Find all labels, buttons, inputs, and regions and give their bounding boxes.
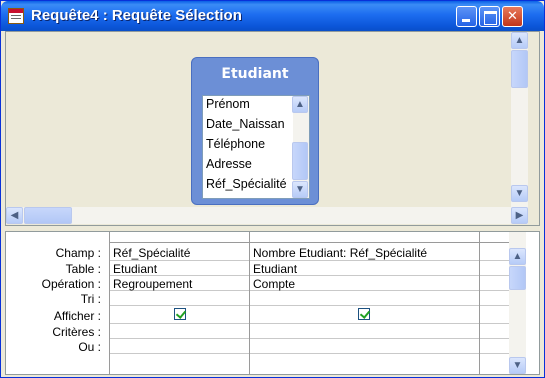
access-query-icon[interactable] (8, 8, 24, 24)
row-label-operation: Opération : (41, 277, 101, 291)
scroll-up-icon[interactable]: ▲ (509, 248, 526, 265)
scroll-left-icon[interactable]: ◀ (6, 207, 23, 224)
afficher-checkbox[interactable] (174, 308, 186, 320)
window-title: Requête4 : Requête Sélection (31, 7, 242, 24)
row-label-tri: Tri : (80, 292, 101, 306)
scroll-thumb[interactable] (24, 207, 72, 224)
field-list-title[interactable]: Etudiant (192, 66, 318, 82)
scroll-down-icon[interactable]: ▼ (509, 357, 526, 374)
champ-cell[interactable]: Nombre Etudiant: Réf_Spécialité (251, 246, 478, 260)
field-item[interactable]: Téléphone (206, 137, 292, 151)
afficher-checkbox[interactable] (358, 308, 370, 320)
field-list-etudiant[interactable]: Etudiant Prénom Date_Naissan Téléphone A… (191, 57, 319, 205)
close-icon: ✕ (507, 8, 518, 23)
scroll-thumb[interactable] (292, 142, 308, 180)
title-bar[interactable]: Requête4 : Requête Sélection ✕ (1, 1, 544, 31)
row-label-champ: Champ : (55, 246, 101, 260)
grid-header-line (109, 242, 509, 243)
scroll-down-icon[interactable]: ▼ (511, 185, 528, 202)
field-item[interactable]: Réf_Spécialité (206, 177, 292, 191)
grid-row-line (109, 338, 509, 339)
scroll-thumb[interactable] (511, 50, 528, 88)
field-item[interactable]: Adresse (206, 157, 292, 171)
field-list-scrollbar[interactable]: ▲ ▼ (292, 96, 309, 198)
scroll-up-icon[interactable]: ▲ (292, 96, 308, 113)
row-label-afficher: Afficher : (53, 309, 101, 323)
table-cell[interactable]: Etudiant (111, 262, 248, 276)
operation-cell[interactable]: Regroupement (111, 277, 248, 291)
table-pane-hscrollbar[interactable]: ◀ ▶ (6, 207, 528, 224)
scroll-down-icon[interactable]: ▼ (292, 181, 308, 198)
minimize-button[interactable] (456, 6, 477, 27)
operation-cell[interactable]: Compte (251, 277, 478, 291)
row-label-ou: Ou : (78, 340, 101, 354)
close-button[interactable]: ✕ (502, 6, 523, 27)
scroll-up-icon[interactable]: ▲ (511, 32, 528, 49)
table-cell[interactable]: Etudiant (251, 262, 478, 276)
query-window: Requête4 : Requête Sélection ✕ Etudiant … (0, 0, 545, 378)
grid-column-separator[interactable] (479, 232, 480, 374)
design-grid[interactable]: Champ : Table : Opération : Tri : Affich… (5, 231, 540, 375)
field-item[interactable]: Date_Naissan (206, 117, 292, 131)
maximize-button[interactable] (479, 6, 500, 27)
scroll-thumb[interactable] (509, 266, 526, 290)
field-list-body[interactable]: Prénom Date_Naissan Téléphone Adresse Ré… (202, 95, 310, 199)
grid-row-line (109, 323, 509, 324)
champ-cell[interactable]: Réf_Spécialité (111, 246, 248, 260)
table-pane[interactable]: Etudiant Prénom Date_Naissan Téléphone A… (5, 31, 540, 226)
grid-row-line (109, 260, 509, 261)
field-item[interactable]: Prénom (206, 97, 292, 111)
row-label-criteres: Critères : (52, 325, 101, 339)
grid-column-separator (109, 232, 110, 374)
grid-row-line (109, 305, 509, 306)
grid-vscrollbar[interactable]: ▲ ▼ (509, 232, 526, 374)
grid-row-line (109, 353, 509, 354)
table-pane-vscrollbar[interactable]: ▲ ▼ (511, 32, 528, 207)
scroll-right-icon[interactable]: ▶ (511, 207, 528, 224)
row-label-table: Table : (65, 262, 101, 276)
grid-column-separator[interactable] (249, 232, 250, 374)
